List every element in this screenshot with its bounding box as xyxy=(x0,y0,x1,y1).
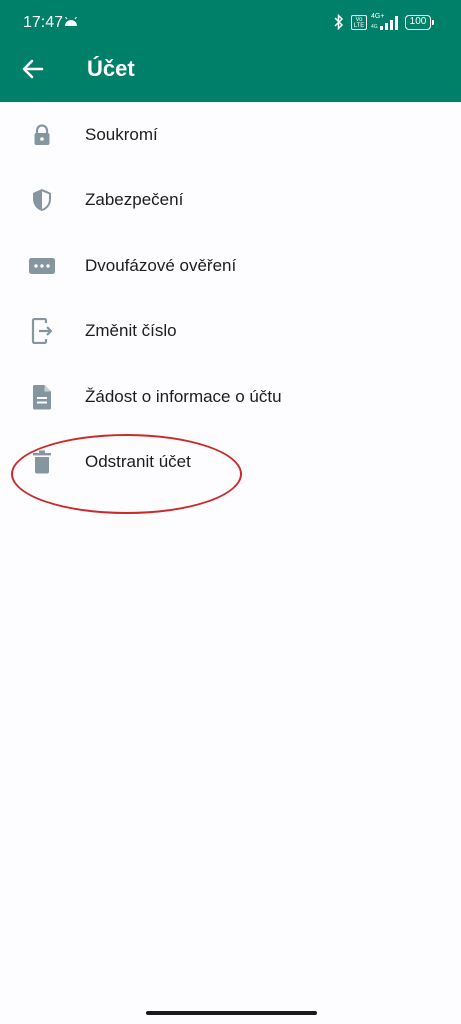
menu-item-security[interactable]: Zabezpečení xyxy=(0,168,461,234)
lock-icon xyxy=(28,121,56,149)
menu-item-two-step[interactable]: Dvoufázové ověření xyxy=(0,233,461,299)
status-time: 17:47 xyxy=(23,14,64,31)
arrow-left-icon xyxy=(22,59,44,79)
menu-item-label: Dvoufázové ověření xyxy=(85,255,237,275)
page-title: Účet xyxy=(87,56,135,81)
android-icon xyxy=(65,17,77,26)
battery-icon: 100 xyxy=(405,15,434,30)
network-sub-label: 4G xyxy=(371,24,378,30)
gesture-nav-handle[interactable] xyxy=(146,1011,317,1015)
menu-item-label: Změnit číslo xyxy=(85,321,177,341)
menu-item-request-info[interactable]: Žádost o informace o účtu xyxy=(0,364,461,430)
volte-icon: Vo LTE xyxy=(351,15,367,30)
back-button[interactable] xyxy=(18,54,48,84)
menu-item-privacy[interactable]: Soukromí xyxy=(0,102,461,168)
bluetooth-icon xyxy=(334,14,344,30)
change-number-icon xyxy=(28,317,56,345)
app-bar: 17:47 Vo LTE 4G+ 4G 100 Účet xyxy=(0,0,461,102)
menu-item-label: Žádost o informace o účtu xyxy=(85,386,282,406)
annotation-ellipse xyxy=(11,434,242,514)
menu-item-label: Soukromí xyxy=(85,124,158,144)
status-bar: 17:47 Vo LTE 4G+ 4G 100 xyxy=(0,0,461,44)
menu-item-change-number[interactable]: Změnit číslo xyxy=(0,299,461,365)
shield-icon xyxy=(28,186,56,214)
signal-icon xyxy=(380,16,398,30)
menu-item-label: Zabezpečení xyxy=(85,190,184,210)
dots-icon xyxy=(28,252,56,280)
settings-menu: Soukromí Zabezpečení Dvoufázové ověření xyxy=(0,102,461,495)
document-icon xyxy=(28,383,56,411)
